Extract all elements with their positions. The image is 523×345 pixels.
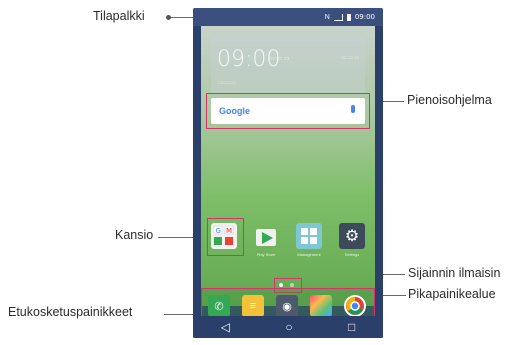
clock-subtext: ▭▭▭▭	[217, 80, 236, 86]
management-icon[interactable]	[296, 223, 322, 249]
callout-widget: Pienoisohjelma	[407, 93, 492, 107]
battery-icon	[346, 13, 351, 21]
messages-icon[interactable]: ≡	[242, 295, 264, 317]
settings-label: Settings	[344, 252, 360, 257]
callout-line-status-bar	[168, 17, 196, 18]
front-touch-buttons: ◁ ○ □	[193, 316, 383, 338]
phone-screen: N 09:00 09:00 ▭ ▭ ▭ ▭ ▭ ▭ ▭▭▭▭ Google G …	[193, 8, 383, 338]
recent-apps-icon[interactable]: □	[348, 320, 355, 334]
callout-status-bar: Tilapalkki	[93, 9, 145, 23]
callout-front-touch-buttons: Etukosketuspainikkeet	[8, 305, 133, 319]
phone-icon[interactable]: ✆	[208, 295, 230, 317]
callout-page-indicator: Sijainnin ilmaisin	[408, 266, 501, 280]
play-store-label: Play Store	[256, 252, 276, 257]
status-bar: N 09:00	[193, 8, 383, 26]
clock-widget[interactable]: 09:00 ▭ ▭ ▭ ▭ ▭ ▭ ▭▭▭▭	[211, 35, 365, 93]
callout-dot-status-bar	[166, 15, 171, 20]
mic-icon[interactable]	[351, 105, 355, 113]
home-screen: 09:00 ▭ ▭ ▭ ▭ ▭ ▭ ▭▭▭▭ Google G M Play S…	[201, 26, 375, 306]
google-logo: Google	[219, 106, 250, 116]
folder-icon[interactable]: G M	[211, 223, 237, 249]
svg-text:M: M	[226, 227, 232, 235]
camera-icon[interactable]: ◉	[276, 295, 298, 317]
page-dot-active	[279, 283, 283, 287]
callout-quick-buttons: Pikapainikealue	[408, 287, 496, 301]
management-label: Management	[297, 252, 321, 257]
settings-icon[interactable]: ⚙	[339, 223, 365, 249]
clock-hint: ▭ ▭ ▭	[342, 55, 359, 61]
status-time: 09:00	[354, 13, 375, 21]
page-dot	[290, 283, 294, 287]
back-icon[interactable]: ◁	[221, 320, 230, 334]
svg-text:G: G	[216, 227, 221, 235]
home-icon[interactable]: ○	[285, 320, 292, 334]
nfc-icon: N	[324, 13, 330, 21]
status-icons: N 09:00	[325, 13, 375, 21]
signal-icon	[333, 13, 343, 21]
play-store-icon[interactable]	[253, 223, 279, 249]
gallery-icon[interactable]	[310, 295, 332, 317]
chrome-icon[interactable]	[344, 295, 366, 317]
clock-date: ▭ ▭ ▭	[269, 56, 290, 62]
google-search-widget[interactable]: Google	[211, 98, 365, 124]
callout-folder: Kansio	[115, 228, 154, 242]
